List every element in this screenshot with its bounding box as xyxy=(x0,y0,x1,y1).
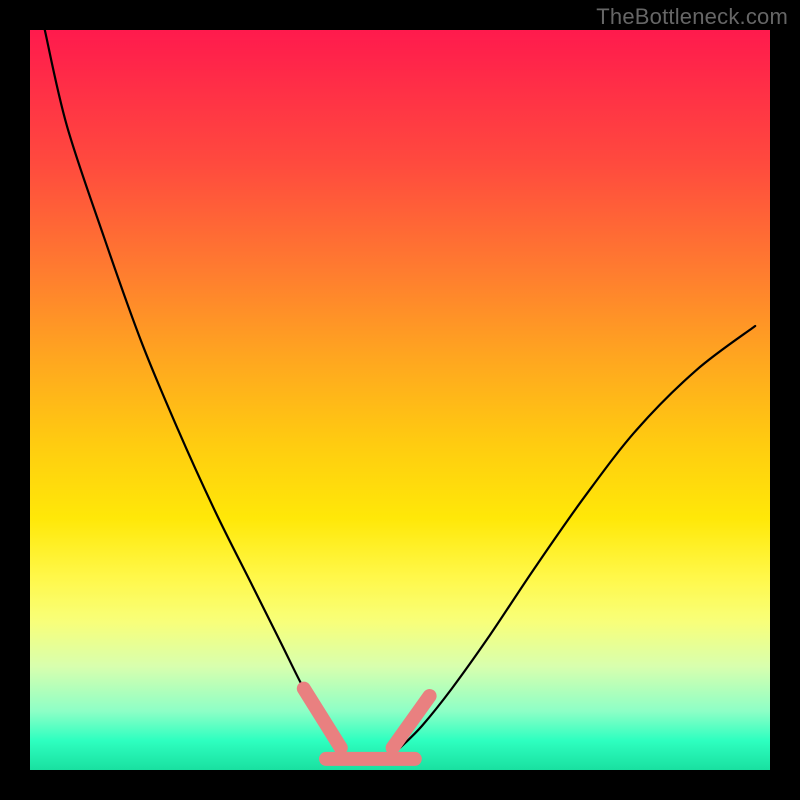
left-curve xyxy=(45,30,341,748)
marker-left xyxy=(304,689,341,748)
plot-area xyxy=(30,30,770,770)
watermark-text: TheBottleneck.com xyxy=(596,4,788,30)
marker-right xyxy=(393,696,430,748)
right-curve xyxy=(400,326,755,748)
chart-frame: TheBottleneck.com xyxy=(0,0,800,800)
curve-layer xyxy=(30,30,770,770)
